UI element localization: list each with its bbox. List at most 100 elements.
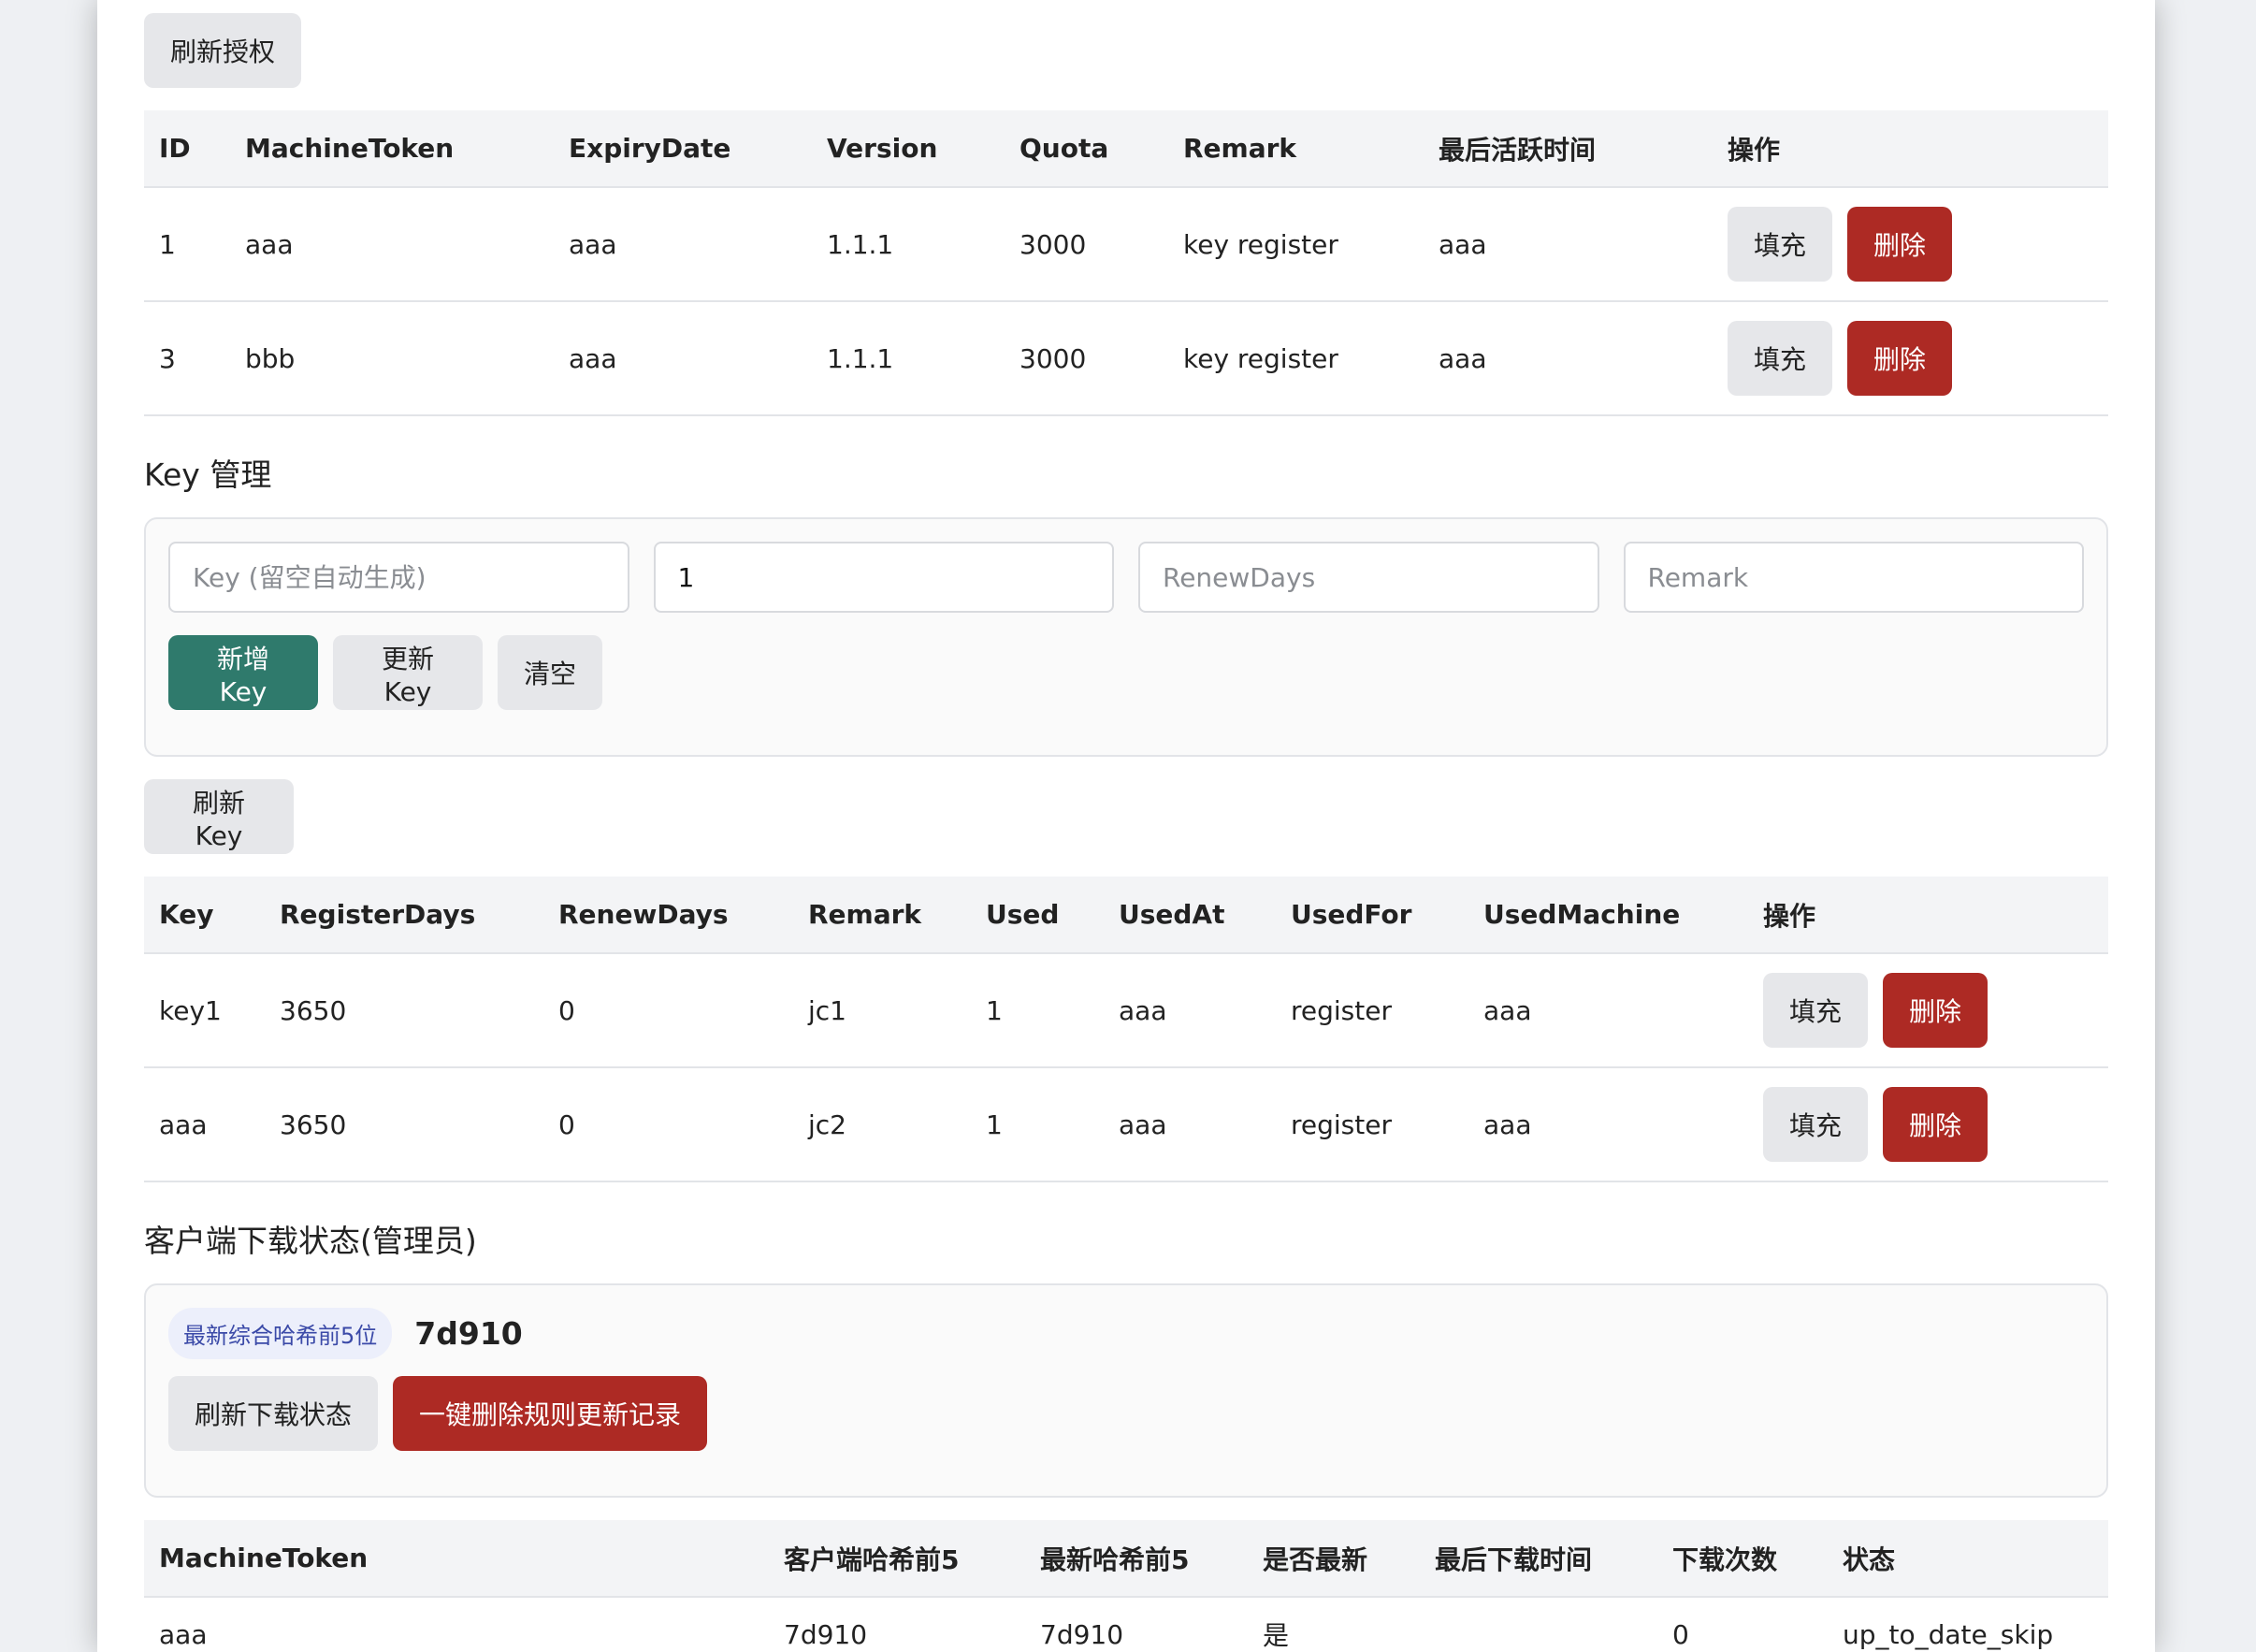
download-status-title: 客户端下载状态(管理员) bbox=[144, 1223, 477, 1259]
download-status-table: MachineToken 客户端哈希前5 最新哈希前5 是否最新 最后下载时间 … bbox=[144, 1520, 2108, 1652]
cell-token: bbb bbox=[230, 301, 554, 416]
cell-download-count: 0 bbox=[1657, 1597, 1828, 1652]
col-remark: Remark bbox=[1168, 110, 1424, 188]
cell-version: 1.1.1 bbox=[812, 301, 1005, 416]
delete-button[interactable]: 删除 bbox=[1847, 207, 1952, 282]
table-row: aaa 3650 0 jc2 1 aaa register aaa 填充 删除 bbox=[144, 1067, 2108, 1182]
col-download-count: 下载次数 bbox=[1657, 1520, 1828, 1598]
col-remark: Remark bbox=[793, 877, 971, 954]
cell-latest-hash: 7d910 bbox=[1025, 1597, 1248, 1652]
keys-table: Key RegisterDays RenewDays Remark Used U… bbox=[144, 877, 2108, 1182]
key-management-title: Key 管理 bbox=[144, 456, 272, 493]
cell-quota: 3000 bbox=[1005, 301, 1168, 416]
col-used-machine: UsedMachine bbox=[1468, 877, 1748, 954]
latest-hash-value: 7d910 bbox=[414, 1315, 523, 1352]
cell-last-download bbox=[1420, 1597, 1657, 1652]
col-latest-hash: 最新哈希前5 bbox=[1025, 1520, 1248, 1598]
fill-button[interactable]: 填充 bbox=[1763, 973, 1868, 1048]
cell-used-at: aaa bbox=[1104, 953, 1276, 1068]
table-row: key1 3650 0 jc1 1 aaa register aaa 填充 删除 bbox=[144, 953, 2108, 1068]
download-table-header: MachineToken 客户端哈希前5 最新哈希前5 是否最新 最后下载时间 … bbox=[144, 1520, 2108, 1598]
cell-last-active: aaa bbox=[1424, 301, 1713, 416]
cell-actions: 填充 删除 bbox=[1748, 953, 2108, 1068]
delete-button[interactable]: 删除 bbox=[1883, 973, 1988, 1048]
key-input[interactable] bbox=[168, 542, 629, 613]
delete-button[interactable]: 删除 bbox=[1883, 1087, 1988, 1162]
cell-quota: 3000 bbox=[1005, 187, 1168, 302]
update-key-button[interactable]: 更新Key bbox=[333, 635, 483, 710]
clear-button[interactable]: 清空 bbox=[498, 635, 602, 710]
cell-token: aaa bbox=[144, 1597, 769, 1652]
col-used-for: UsedFor bbox=[1276, 877, 1468, 954]
renew-days-input[interactable] bbox=[1138, 542, 1599, 613]
cell-used-for: register bbox=[1276, 1067, 1468, 1182]
cell-renew-days: 0 bbox=[543, 953, 793, 1068]
col-status: 状态 bbox=[1828, 1520, 2108, 1598]
delete-rule-update-records-button[interactable]: 一键删除规则更新记录 bbox=[393, 1376, 707, 1451]
cell-expiry: aaa bbox=[554, 187, 812, 302]
download-status-card: 最新综合哈希前5位 7d910 刷新下载状态 一键删除规则更新记录 bbox=[144, 1283, 2108, 1498]
refresh-auth-button[interactable]: 刷新授权 bbox=[144, 13, 301, 88]
cell-used: 1 bbox=[971, 953, 1104, 1068]
cell-key: aaa bbox=[144, 1067, 265, 1182]
cell-remark: jc2 bbox=[793, 1067, 971, 1182]
fill-button[interactable]: 填充 bbox=[1763, 1087, 1868, 1162]
col-actions: 操作 bbox=[1713, 110, 2108, 188]
col-version: Version bbox=[812, 110, 1005, 188]
cell-used-for: register bbox=[1276, 953, 1468, 1068]
refresh-download-status-button[interactable]: 刷新下载状态 bbox=[168, 1376, 378, 1451]
register-days-input[interactable] bbox=[653, 542, 1114, 613]
delete-button[interactable]: 删除 bbox=[1847, 321, 1952, 396]
cell-used-machine: aaa bbox=[1468, 1067, 1748, 1182]
col-used: Used bbox=[971, 877, 1104, 954]
refresh-key-button[interactable]: 刷新Key bbox=[144, 779, 294, 854]
auth-toolbar: 刷新授权 bbox=[144, 0, 2108, 110]
cell-remark: jc1 bbox=[793, 953, 971, 1068]
cell-remark: key register bbox=[1168, 301, 1424, 416]
cell-actions: 填充 删除 bbox=[1713, 301, 2108, 416]
cell-last-active: aaa bbox=[1424, 187, 1713, 302]
col-used-at: UsedAt bbox=[1104, 877, 1276, 954]
cell-id: 1 bbox=[144, 187, 230, 302]
col-machine-token: MachineToken bbox=[230, 110, 554, 188]
cell-id: 3 bbox=[144, 301, 230, 416]
col-register-days: RegisterDays bbox=[265, 877, 543, 954]
add-key-button[interactable]: 新增Key bbox=[168, 635, 318, 710]
col-key: Key bbox=[144, 877, 265, 954]
latest-hash-badge: 最新综合哈希前5位 bbox=[168, 1308, 393, 1359]
col-is-latest: 是否最新 bbox=[1248, 1520, 1420, 1598]
cell-remark: key register bbox=[1168, 187, 1424, 302]
cell-client-hash: 7d910 bbox=[769, 1597, 1025, 1652]
cell-renew-days: 0 bbox=[543, 1067, 793, 1182]
col-client-hash: 客户端哈希前5 bbox=[769, 1520, 1025, 1598]
col-expiry-date: ExpiryDate bbox=[554, 110, 812, 188]
cell-used-at: aaa bbox=[1104, 1067, 1276, 1182]
col-last-active: 最后活跃时间 bbox=[1424, 110, 1713, 188]
col-quota: Quota bbox=[1005, 110, 1168, 188]
key-management-form: 新增Key 更新Key 清空 bbox=[144, 517, 2108, 757]
keys-table-header: Key RegisterDays RenewDays Remark Used U… bbox=[144, 877, 2108, 954]
cell-used-machine: aaa bbox=[1468, 953, 1748, 1068]
cell-register-days: 3650 bbox=[265, 1067, 543, 1182]
auth-table-header: ID MachineToken ExpiryDate Version Quota… bbox=[144, 110, 2108, 188]
cell-key: key1 bbox=[144, 953, 265, 1068]
cell-expiry: aaa bbox=[554, 301, 812, 416]
table-row: 1 aaa aaa 1.1.1 3000 key register aaa 填充… bbox=[144, 187, 2108, 302]
fill-button[interactable]: 填充 bbox=[1728, 321, 1832, 396]
fill-button[interactable]: 填充 bbox=[1728, 207, 1832, 282]
col-machine-token: MachineToken bbox=[144, 1520, 769, 1598]
cell-actions: 填充 删除 bbox=[1748, 1067, 2108, 1182]
cell-is-latest: 是 bbox=[1248, 1597, 1420, 1652]
table-row: 3 bbb aaa 1.1.1 3000 key register aaa 填充… bbox=[144, 301, 2108, 416]
cell-used: 1 bbox=[971, 1067, 1104, 1182]
auth-table: ID MachineToken ExpiryDate Version Quota… bbox=[144, 110, 2108, 416]
cell-token: aaa bbox=[230, 187, 554, 302]
table-row: aaa 7d910 7d910 是 0 up_to_date_skip bbox=[144, 1597, 2108, 1652]
col-last-download: 最后下载时间 bbox=[1420, 1520, 1657, 1598]
col-renew-days: RenewDays bbox=[543, 877, 793, 954]
col-id: ID bbox=[144, 110, 230, 188]
remark-input[interactable] bbox=[1623, 542, 2084, 613]
admin-panel: 刷新授权 ID MachineToken ExpiryDate Version … bbox=[97, 0, 2155, 1652]
cell-register-days: 3650 bbox=[265, 953, 543, 1068]
col-actions: 操作 bbox=[1748, 877, 2108, 954]
